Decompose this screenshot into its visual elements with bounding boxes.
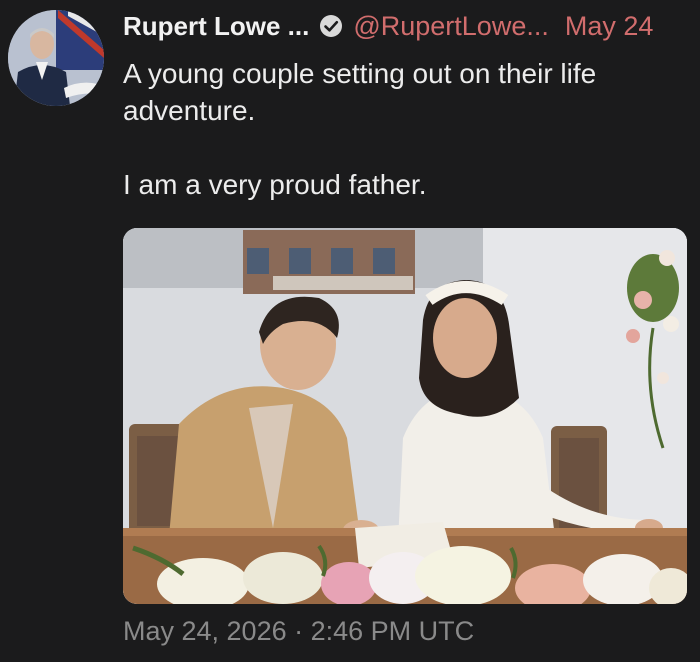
avatar-image: [8, 10, 104, 106]
post-date[interactable]: May 24: [565, 11, 654, 42]
tweet-card: Rupert Lowe ... @RupertLowe... May 24 A …: [0, 0, 700, 662]
wedding-photo: [123, 228, 687, 604]
post-timestamp[interactable]: May 24, 2026 · 2:46 PM UTC: [123, 616, 474, 647]
tweet-text: A young couple setting out on their life…: [123, 55, 683, 203]
author-avatar[interactable]: [8, 10, 104, 106]
tweet-text-line: A young couple setting out on their life…: [123, 58, 597, 126]
author-name[interactable]: Rupert Lowe ...: [123, 11, 309, 42]
tweet-text-line: I am a very proud father.: [123, 169, 427, 200]
tweet-header: Rupert Lowe ... @RupertLowe... May 24: [123, 6, 653, 46]
check-circle-icon: [319, 14, 343, 38]
tweet-photo[interactable]: [123, 228, 687, 604]
author-handle[interactable]: @RupertLowe...: [353, 11, 549, 42]
